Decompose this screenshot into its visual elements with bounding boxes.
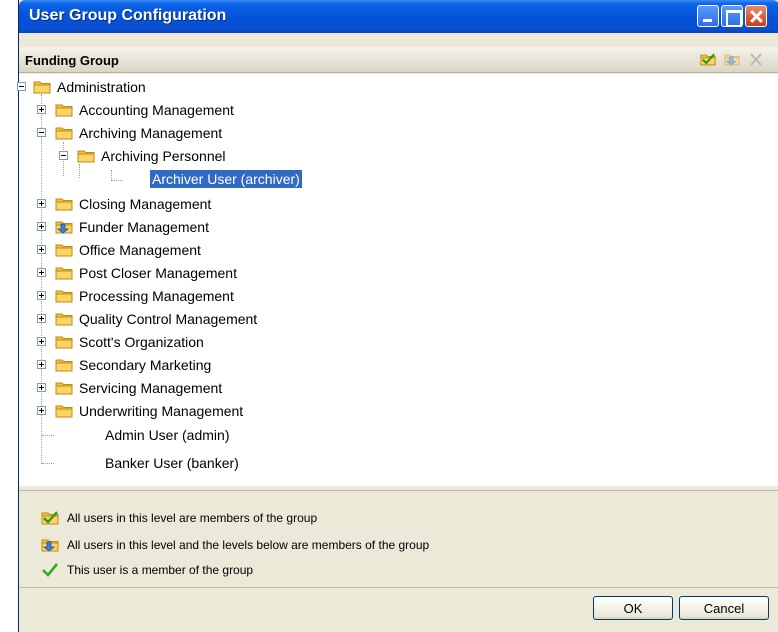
collapse-toggle[interactable]: [37, 128, 46, 137]
minimize-button[interactable]: [697, 5, 719, 27]
close-button[interactable]: [745, 5, 767, 27]
cancel-button[interactable]: Cancel: [679, 596, 769, 620]
remove-icon[interactable]: [748, 52, 764, 67]
tree-node-label: Quality Control Management: [79, 311, 258, 327]
tree-node-archiver-user[interactable]: Archiver User (archiver): [150, 169, 302, 189]
legend-text: This user is a member of the group: [67, 563, 254, 577]
folder-icon: [55, 126, 73, 140]
group-tree[interactable]: Administration Accounting Management Arc…: [17, 74, 778, 486]
expand-toggle[interactable]: [37, 199, 46, 208]
expand-toggle[interactable]: [37, 360, 46, 369]
expand-toggle[interactable]: [37, 383, 46, 392]
checked-folder-icon[interactable]: [700, 52, 716, 67]
legend-item-user-member: This user is a member of the group: [41, 561, 253, 579]
tree-node-banker-user[interactable]: Banker User (banker): [103, 453, 241, 473]
tree-node-servicing-management[interactable]: Servicing Management: [37, 378, 224, 398]
tree-node-label: Servicing Management: [79, 380, 223, 396]
tree-node-scotts-organization[interactable]: Scott's Organization: [37, 332, 206, 352]
folder-icon: [33, 80, 51, 94]
tree-node-label: Admin User (admin): [105, 427, 230, 443]
tree-node-archiving-management[interactable]: Archiving Management: [37, 123, 224, 143]
window-title: User Group Configuration: [29, 7, 227, 24]
folder-icon: [55, 103, 73, 117]
tree-node-accounting-management[interactable]: Accounting Management: [37, 100, 236, 120]
tree-node-label: Underwriting Management: [79, 403, 244, 419]
folder-members-below-icon: [41, 538, 59, 552]
tree-node-secondary-marketing[interactable]: Secondary Marketing: [37, 355, 213, 375]
tree-node-administration[interactable]: Administration: [17, 77, 148, 97]
user-group-configuration-window: User Group Configuration Funding Group A…: [17, 0, 778, 632]
tree-node-label: Post Closer Management: [79, 265, 237, 281]
tree-node-label: Banker User (banker): [105, 455, 239, 471]
folder-members-below-icon: [55, 220, 73, 234]
folder-icon: [55, 289, 73, 303]
tree-node-label: Administration: [57, 79, 146, 95]
dialog-footer: OK Cancel: [19, 587, 778, 632]
expand-toggle[interactable]: [37, 245, 46, 254]
expand-toggle[interactable]: [37, 105, 46, 114]
expand-toggle[interactable]: [37, 406, 46, 415]
tree-node-post-closer-management[interactable]: Post Closer Management: [37, 263, 239, 283]
tree-node-office-management[interactable]: Office Management: [37, 240, 203, 260]
checkmark-icon: [41, 563, 59, 577]
folder-members-below-icon[interactable]: [724, 52, 740, 67]
tree-node-processing-management[interactable]: Processing Management: [37, 286, 236, 306]
tree-node-funder-management[interactable]: Funder Management: [37, 217, 211, 237]
tree-node-closing-management[interactable]: Closing Management: [37, 194, 213, 214]
tree-node-label: Scott's Organization: [79, 334, 204, 350]
tree-node-label: Processing Management: [79, 288, 234, 304]
folder-icon: [55, 243, 73, 257]
title-bar[interactable]: User Group Configuration: [19, 0, 778, 33]
folder-icon: [55, 358, 73, 372]
expand-toggle[interactable]: [37, 337, 46, 346]
legend-text: All users in this level and the levels b…: [67, 538, 430, 552]
folder-icon: [55, 197, 73, 211]
collapse-toggle[interactable]: [59, 151, 68, 160]
tree-node-label: Closing Management: [79, 196, 212, 212]
legend-item-level-and-below-members: All users in this level and the levels b…: [41, 536, 429, 554]
expand-toggle[interactable]: [37, 268, 46, 277]
checked-folder-icon: [41, 511, 59, 525]
tree-node-label: Funder Management: [79, 219, 209, 235]
collapse-toggle[interactable]: [17, 82, 26, 91]
expand-toggle[interactable]: [37, 222, 46, 231]
expand-toggle[interactable]: [37, 314, 46, 323]
tree-node-archiving-personnel[interactable]: Archiving Personnel: [59, 146, 228, 166]
tree-node-quality-control-management[interactable]: Quality Control Management: [37, 309, 259, 329]
folder-icon: [55, 404, 73, 418]
tree-node-label: Office Management: [79, 242, 201, 258]
maximize-button[interactable]: [721, 5, 743, 27]
expand-toggle[interactable]: [37, 291, 46, 300]
folder-icon: [55, 335, 73, 349]
folder-icon: [55, 381, 73, 395]
tree-node-label: Accounting Management: [79, 102, 234, 118]
folder-icon: [55, 312, 73, 326]
group-header: Funding Group: [19, 47, 778, 73]
tree-node-label: Secondary Marketing: [79, 357, 212, 373]
tree-node-underwriting-management[interactable]: Underwriting Management: [37, 401, 245, 421]
group-name: Funding Group: [25, 53, 119, 68]
legend-item-level-members: All users in this level are members of t…: [41, 509, 317, 527]
ok-button[interactable]: OK: [593, 596, 673, 620]
folder-icon: [55, 266, 73, 280]
tree-node-label: Archiver User (archiver): [150, 170, 302, 188]
tree-node-label: Archiving Management: [79, 125, 223, 141]
folder-icon: [77, 149, 95, 163]
tree-node-admin-user[interactable]: Admin User (admin): [103, 425, 231, 445]
tree-node-label: Archiving Personnel: [101, 148, 226, 164]
legend-separator: [19, 490, 778, 491]
legend-text: All users in this level are members of t…: [67, 511, 318, 525]
